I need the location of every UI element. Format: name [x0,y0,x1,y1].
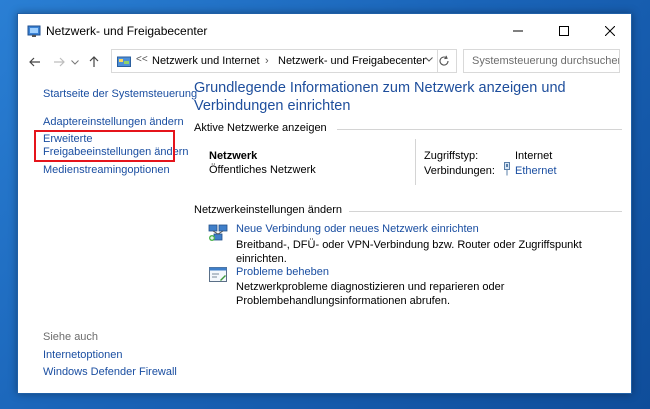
active-networks-heading: Aktive Netzwerke anzeigen [194,122,327,134]
sidebar-link-adapter-settings[interactable]: Adaptereinstellungen ändern [43,116,184,128]
address-bar: << Netzwerk und Internet › Netzwerk- und… [18,47,631,77]
minimize-icon [513,30,523,31]
close-icon [605,25,615,36]
sidebar-home-link[interactable]: Startseite der Systemsteuerung [43,88,197,100]
maximize-icon [559,25,569,36]
forward-button[interactable] [49,52,69,72]
close-button[interactable] [587,14,633,47]
arrow-right-icon [54,57,65,67]
back-button[interactable] [25,52,45,72]
troubleshoot-icon [209,267,227,282]
breadcrumb-overflow[interactable]: << [136,54,148,65]
breadcrumb-separator[interactable]: › [265,55,269,67]
network-center-icon [27,25,41,37]
minimize-button[interactable] [495,14,541,47]
search-input[interactable]: Systemsteuerung durchsuchen [463,49,620,73]
access-type-label: Zugriffstyp: [424,150,479,162]
maximize-button[interactable] [541,14,587,47]
breadcrumb-network-internet[interactable]: Netzwerk und Internet [152,55,260,67]
arrow-left-icon [29,57,40,67]
ethernet-icon [504,162,510,176]
chevron-down-icon [71,59,79,65]
refresh-button[interactable] [431,49,457,73]
breadcrumb-network-center[interactable]: Netzwerk- und Freigabecenter [278,55,426,67]
up-button[interactable] [84,52,104,72]
page-title: Grundlegende Informationen zum Netzwerk … [194,80,566,114]
new-connection-link[interactable]: Neue Verbindung oder neues Netzwerk einr… [236,223,479,235]
refresh-icon [439,55,449,66]
network-divider [415,139,416,185]
window-title: Netzwerk- und Freigabecenter [46,24,208,38]
new-connection-description: Breitband-, DFÜ- oder VPN-Verbindung bzw… [236,239,582,265]
section-divider [349,211,622,212]
network-settings-heading: Netzwerkeinstellungen ändern [194,204,342,216]
title-bar[interactable]: Netzwerk- und Freigabecenter [18,14,631,47]
highlight-annotation [34,130,175,162]
section-divider [337,129,622,130]
arrow-up-icon [89,56,99,67]
troubleshoot-link[interactable]: Probleme beheben [236,266,329,278]
see-also-heading: Siehe auch [43,331,99,343]
network-type-link: Öffentliches Netzwerk [209,164,316,176]
see-also-internet-options[interactable]: Internetoptionen [43,349,123,361]
address-field[interactable]: << Netzwerk und Internet › Netzwerk- und… [111,49,438,73]
troubleshoot-description: Netzwerkprobleme diagnostizieren und rep… [236,281,505,307]
network-name: Netzwerk [209,150,258,162]
see-also-firewall[interactable]: Windows Defender Firewall [43,366,177,378]
sidebar-link-media-streaming[interactable]: Medienstreamingoptionen [43,164,170,176]
connections-label: Verbindungen: [424,165,495,177]
control-panel-icon [117,56,131,67]
new-connection-icon [208,224,228,241]
ethernet-link[interactable]: Ethernet [515,165,557,177]
access-type-value: Internet [515,150,553,162]
control-panel-window: Netzwerk- und Freigabecenter << Netzwerk… [17,13,632,394]
recent-locations-button[interactable] [68,52,82,72]
